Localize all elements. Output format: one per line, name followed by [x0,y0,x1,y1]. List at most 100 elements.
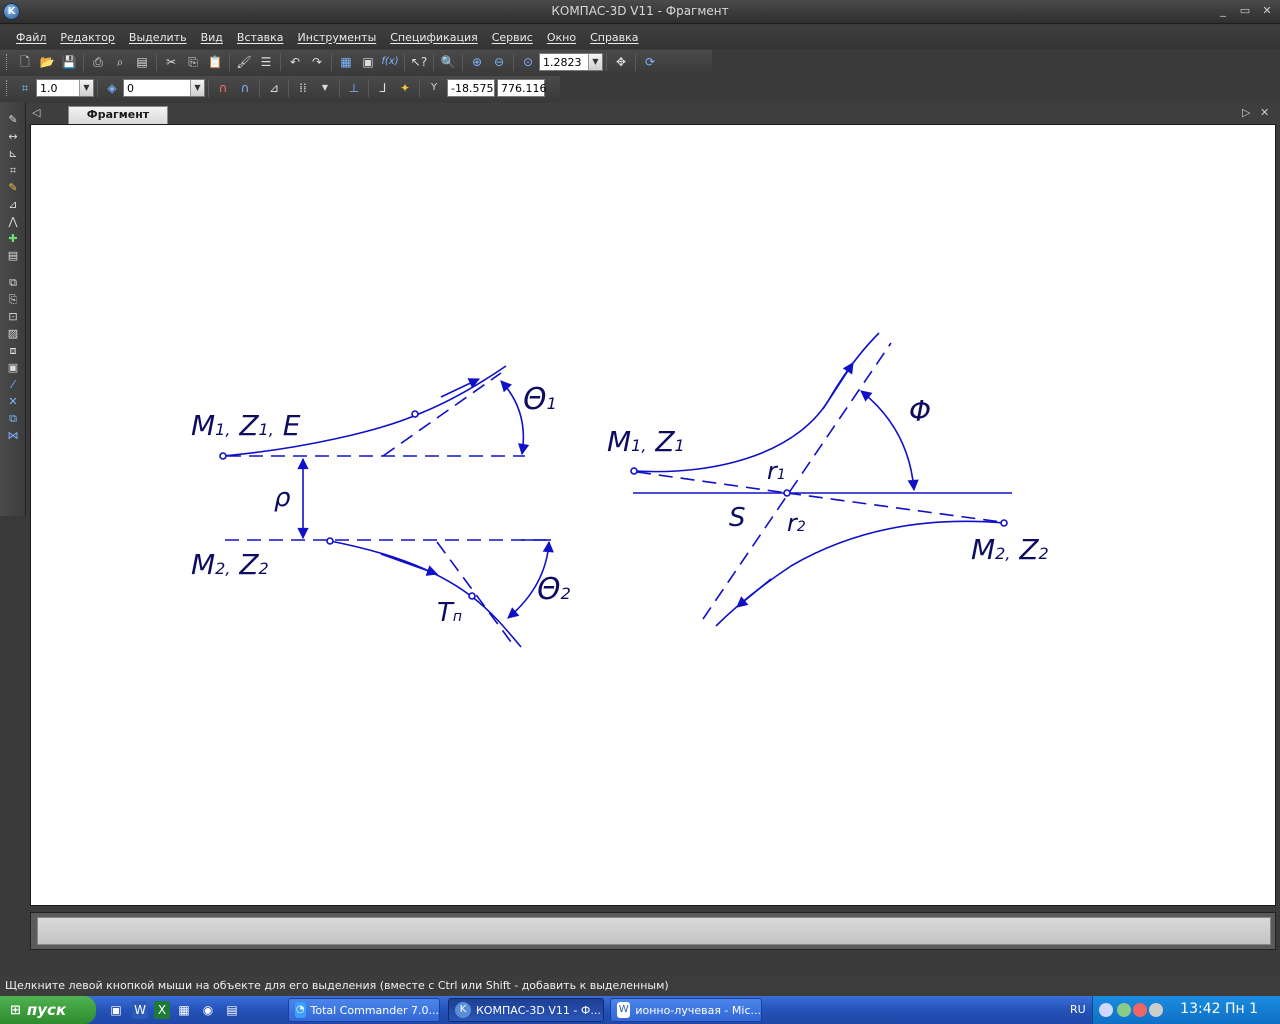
new-document-icon[interactable]: 🗋 [15,52,35,72]
tray-network-icon[interactable] [1117,1003,1131,1017]
cut-icon[interactable]: ✂ [161,52,181,72]
close-document-icon[interactable]: ✕ [1260,106,1269,119]
minimize-button[interactable]: _ [1214,4,1232,20]
macro-icon[interactable]: ⧈ [3,343,23,358]
copy-object-icon[interactable]: ⧉ [3,411,23,426]
toolbar-grip[interactable] [6,80,10,96]
quicklaunch-publisher-icon[interactable]: ▦ [176,1001,192,1019]
hatch-icon[interactable]: ▨ [3,326,23,341]
object-list-icon[interactable]: ☰ [256,52,276,72]
ortho-mode-icon[interactable]: ⅃ [373,78,393,98]
tab-scroll-left-icon[interactable]: ◁ [32,106,40,119]
variables-fx-icon[interactable]: f(x) [380,52,400,72]
tab-scroll-right-icon[interactable]: ▷ [1242,106,1250,119]
quicklaunch-save-icon[interactable]: ▣ [108,1001,124,1019]
language-indicator[interactable]: RU [1070,1003,1086,1016]
select-icon[interactable]: ⋀ [3,214,23,229]
start-button[interactable]: ⊞ пуск [0,996,96,1024]
refresh-icon[interactable]: ⟳ [640,52,660,72]
paste-icon[interactable]: 📋 [205,52,225,72]
layer-combo[interactable]: 0 ▼ [123,79,205,97]
help-pointer-icon[interactable]: ↖? [409,52,429,72]
step-value: 1.0 [40,81,58,95]
close-button[interactable]: ✕ [1258,4,1276,20]
round-coordinates-icon[interactable]: ✦ [395,78,415,98]
tray-security-icon[interactable] [1133,1003,1147,1017]
copy-properties-icon[interactable]: 🖌 [234,52,254,72]
layout-icon[interactable]: ▣ [3,360,23,375]
tray-volume-icon[interactable] [1149,1003,1163,1017]
grid-dropdown-icon[interactable]: ▼ [315,78,335,98]
open-folder-icon[interactable]: 📂 [37,52,57,72]
quicklaunch-notepad-icon[interactable]: ▤ [224,1001,240,1019]
separator [208,79,209,97]
step-combo[interactable]: 1.0 ▼ [36,79,94,97]
zoom-out-icon[interactable]: ⊖ [489,52,509,72]
chevron-down-icon[interactable]: ▼ [588,54,602,70]
maximize-button[interactable]: ▭ [1236,4,1254,20]
menu-view[interactable]: Вид [201,31,223,44]
menu-help[interactable]: Справка [590,31,638,44]
task-total-commander[interactable]: ◔ Total Commander 7.0... [288,998,440,1022]
chevron-down-icon[interactable]: ▼ [79,80,93,96]
toolbar-grip[interactable] [6,54,10,70]
task-word[interactable]: W ионно-лучевая - Mic... [610,998,762,1022]
quicklaunch-word-icon[interactable]: W [132,1001,148,1019]
undo-icon[interactable]: ↶ [285,52,305,72]
chevron-down-icon[interactable]: ▼ [190,80,204,96]
layer-icon[interactable]: ◈ [102,78,122,98]
dimensions-icon[interactable]: ↔ [3,129,23,144]
label-m2-z2: M2, Z2 [191,548,269,581]
pan-icon[interactable]: ✥ [611,52,631,72]
menu-file[interactable]: Файл [16,31,46,44]
insert-view-icon[interactable]: ⧉ [3,275,23,290]
save-icon[interactable]: 💾 [59,52,79,72]
library-icon[interactable]: ▣ [358,52,378,72]
measure-icon[interactable]: ⊿ [3,197,23,212]
coord-y-field[interactable]: 776.116 [497,79,547,97]
print-icon[interactable]: ⎙ [88,52,108,72]
quicklaunch-excel-icon[interactable]: X [154,1001,170,1019]
zoom-window-icon[interactable]: 🔍 [438,52,458,72]
tray-expand-icon[interactable] [1099,1003,1113,1017]
local-snap-icon[interactable]: ∩ [235,78,255,98]
trim-icon[interactable]: ✕ [3,394,23,409]
property-panel-body[interactable] [37,917,1271,945]
menu-select[interactable]: Выделить [129,31,187,44]
symbols-icon[interactable]: ⊾ [3,146,23,161]
zoom-scale-icon[interactable]: ⊙ [518,52,538,72]
menu-window[interactable]: Окно [547,31,576,44]
zoom-combo[interactable]: 1.2823 ▼ [539,53,603,71]
parametrization-icon[interactable]: ✎ [3,180,23,195]
menu-tools[interactable]: Инструменты [298,31,377,44]
task-kompas[interactable]: K КОМПАС-3D V11 - Ф... [448,998,604,1022]
symmetry-icon[interactable]: ⋈ [3,428,23,443]
constraint-icon[interactable]: ⁄ [3,377,23,392]
quicklaunch-network-icon[interactable]: ◉ [200,1001,216,1019]
print-preview-icon[interactable]: ⌕ [110,52,130,72]
editing-icon[interactable]: ⌗ [3,163,23,178]
tab-fragment[interactable]: Фрагмент [68,106,168,124]
redo-icon[interactable]: ↷ [307,52,327,72]
menu-specification[interactable]: Спецификация [390,31,477,44]
property-panel [30,912,1276,950]
fragment-icon[interactable]: ⎘ [3,292,23,307]
parametric-mode-icon[interactable]: ⊿ [264,78,284,98]
menu-editor[interactable]: Редактор [60,31,115,44]
zoom-in-icon[interactable]: ⊕ [467,52,487,72]
reports-icon[interactable]: ▤ [3,248,23,263]
scale-icon[interactable]: ⊡ [3,309,23,324]
menu-insert[interactable]: Вставка [237,31,284,44]
coord-x-field[interactable]: -18.575 [447,79,495,97]
grid-icon[interactable]: ⁞⁞ [293,78,313,98]
menu-service[interactable]: Сервис [492,31,533,44]
geometry-icon[interactable]: ✎ [3,112,23,127]
local-cs-icon[interactable]: ⊥ [344,78,364,98]
spec-icon[interactable]: ✚ [3,231,23,246]
grid-step-icon[interactable]: ⌗ [15,78,35,98]
drawing-canvas[interactable]: M1, Z1, E Θ1 ρ M2, Z2 Θ2 Tп M1, Z1 Φ r1 … [30,124,1276,906]
manager-icon[interactable]: ▦ [336,52,356,72]
properties-icon[interactable]: ▤ [132,52,152,72]
copy-icon[interactable]: ⎘ [183,52,203,72]
snap-magnet-icon[interactable]: ∩ [213,78,233,98]
